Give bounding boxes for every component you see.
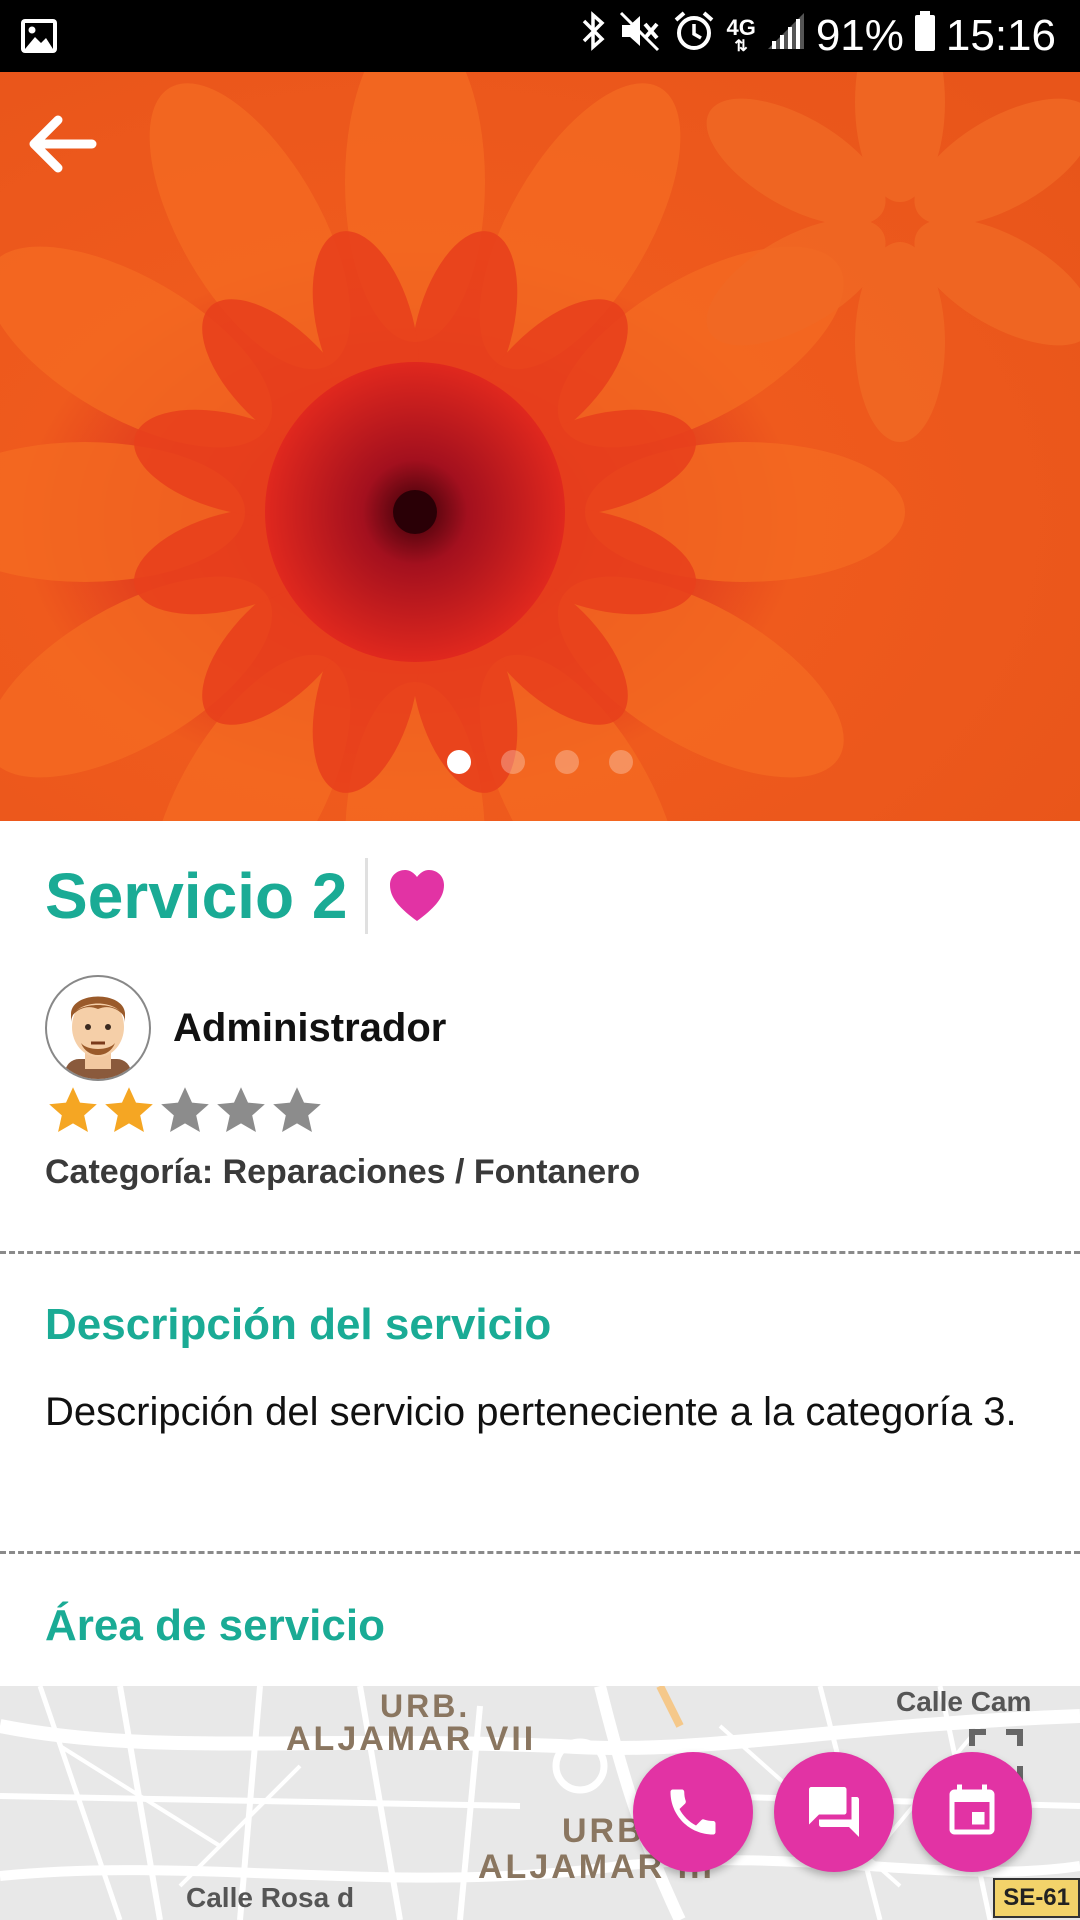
- flower-image: [0, 72, 1080, 821]
- signal-icon: [766, 11, 806, 62]
- alarm-icon: [672, 9, 716, 64]
- carousel-indicator: [0, 750, 1080, 774]
- category-label: Categoría: Reparaciones / Fontanero: [45, 1153, 641, 1191]
- star-empty-icon: [157, 1083, 213, 1139]
- divider: [0, 1551, 1080, 1554]
- network-type: 4G ⇅: [726, 15, 756, 55]
- favorite-heart-icon[interactable]: [388, 869, 446, 923]
- gallery-notification-icon: [20, 18, 58, 59]
- rating-stars: [45, 1083, 325, 1139]
- star-empty-icon: [269, 1083, 325, 1139]
- chat-button[interactable]: [774, 1752, 894, 1872]
- service-area-heading: Área de servicio: [45, 1601, 385, 1650]
- calendar-button[interactable]: [912, 1752, 1032, 1872]
- back-arrow-icon[interactable]: [22, 110, 102, 178]
- carousel-dot[interactable]: [555, 750, 579, 774]
- battery-icon: [914, 10, 936, 62]
- status-bar: 4G ⇅ 91% 15:16: [0, 0, 1080, 72]
- carousel-dot[interactable]: [501, 750, 525, 774]
- carousel-dot[interactable]: [447, 750, 471, 774]
- avatar[interactable]: [45, 975, 151, 1081]
- description-heading: Descripción del servicio: [45, 1300, 552, 1349]
- chat-icon: [809, 1787, 859, 1837]
- road-shield: SE-61: [993, 1878, 1080, 1918]
- phone-icon: [670, 1789, 716, 1835]
- bluetooth-icon: [580, 9, 608, 64]
- provider-row[interactable]: Administrador: [45, 975, 446, 1081]
- clock: 15:16: [945, 11, 1056, 60]
- call-button[interactable]: [633, 1752, 753, 1872]
- star-filled-icon: [45, 1083, 101, 1139]
- calendar-icon: [949, 1784, 995, 1835]
- map-label: Calle Rosa d: [186, 1882, 355, 1913]
- service-image-carousel[interactable]: [0, 72, 1080, 821]
- description-text: Descripción del servicio perteneciente a…: [45, 1390, 1017, 1434]
- star-empty-icon: [213, 1083, 269, 1139]
- divider: [365, 858, 369, 934]
- provider-name: Administrador: [173, 1005, 447, 1050]
- mute-icon: [618, 9, 662, 64]
- service-title-row: Servicio 2: [45, 858, 446, 934]
- divider: [0, 1251, 1080, 1254]
- map-label: ALJAMAR VII: [286, 1720, 537, 1758]
- map-label: Calle Cam: [896, 1686, 1032, 1717]
- battery-percent: 91%: [815, 11, 904, 60]
- page-title: Servicio 2: [45, 860, 348, 932]
- star-filled-icon: [101, 1083, 157, 1139]
- carousel-dot[interactable]: [609, 750, 633, 774]
